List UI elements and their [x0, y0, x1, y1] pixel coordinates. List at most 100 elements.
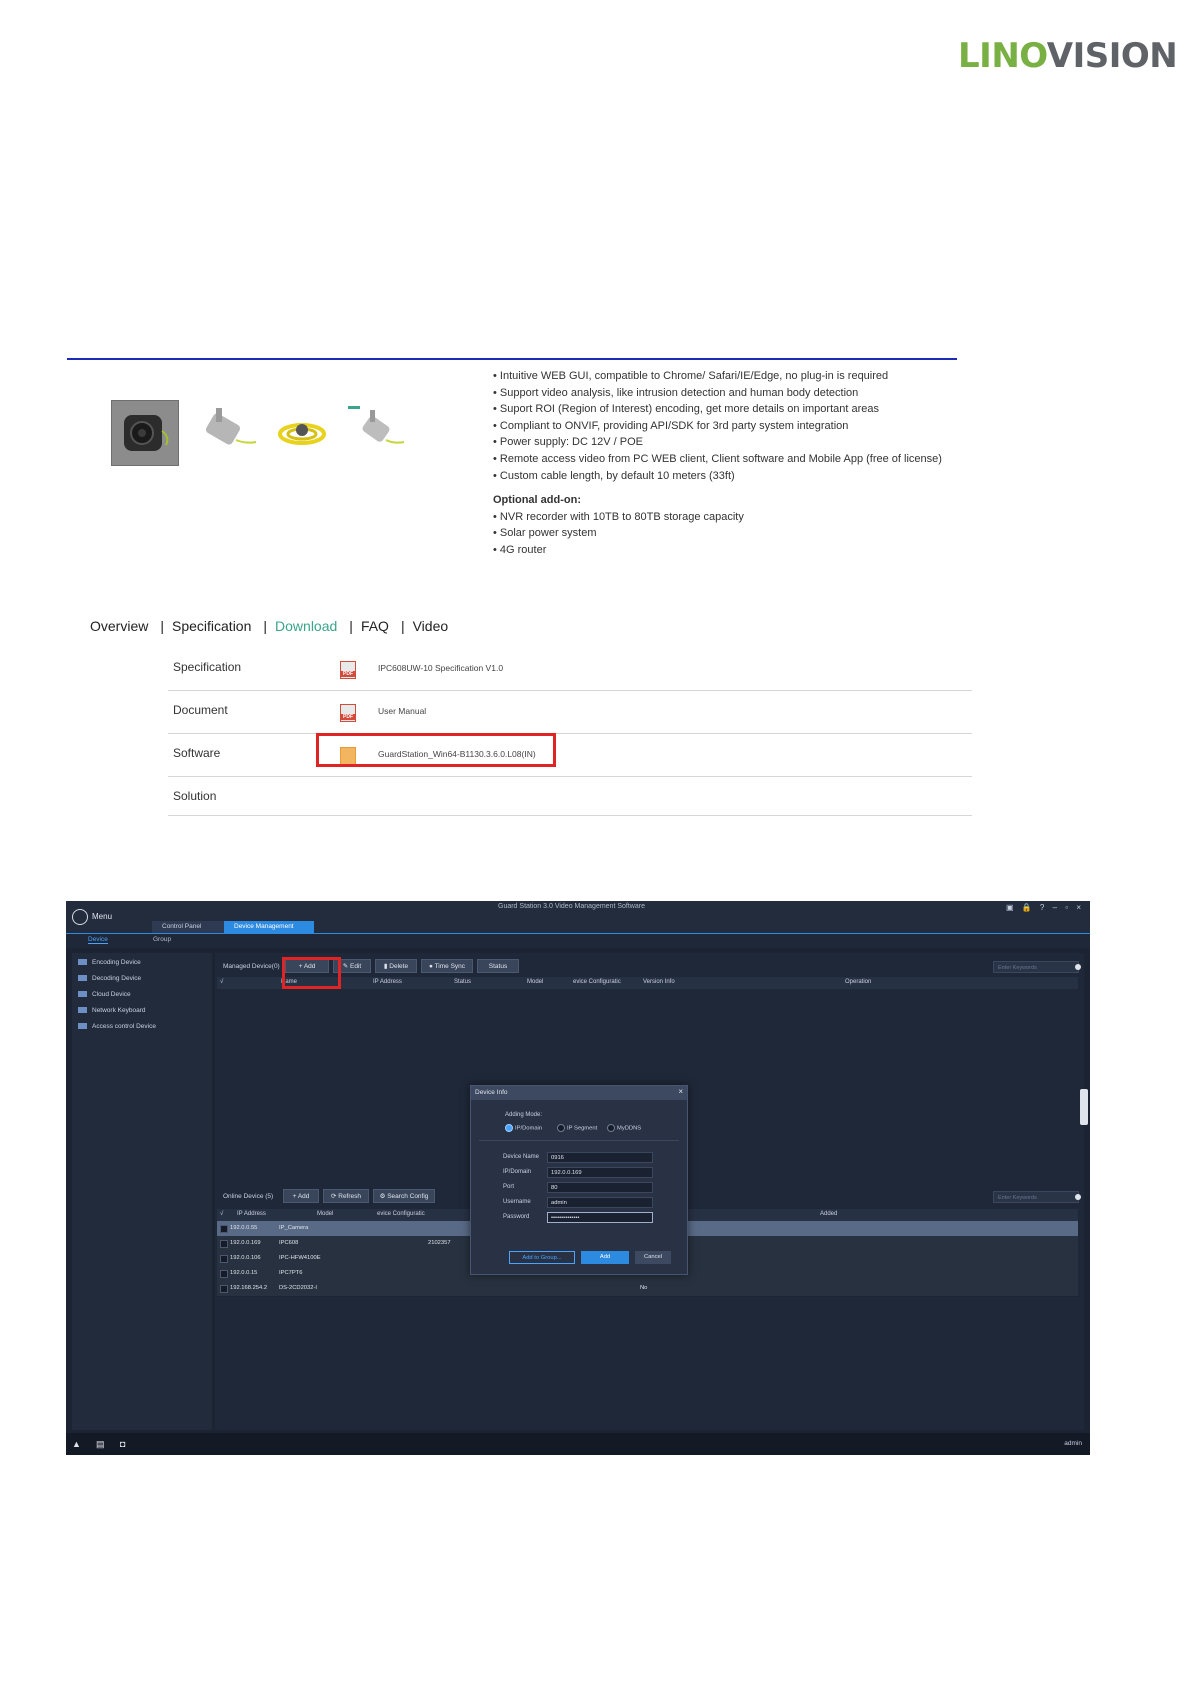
- dialog-add-button[interactable]: Add: [581, 1251, 629, 1264]
- field-label: Username: [503, 1199, 531, 1205]
- radio-label: IP Segment: [567, 1125, 598, 1132]
- sidebar-item-keyboard[interactable]: Network Keyboard: [78, 1007, 145, 1014]
- radio-label: MyDDNS: [617, 1125, 642, 1132]
- column-header: Status: [454, 979, 472, 985]
- download-table: Specification IPC608UW-10 Specification …: [168, 648, 972, 816]
- app-logo-icon: [72, 909, 88, 925]
- addon-line: • 4G router: [493, 543, 547, 556]
- field-label: Device Name: [503, 1154, 540, 1160]
- sidebar-item-encoding[interactable]: Encoding Device: [78, 959, 141, 966]
- online-search-input[interactable]: Enter Keywords: [993, 1191, 1081, 1203]
- menu-button[interactable]: Menu: [92, 912, 112, 921]
- cell-model: IPC7PT6: [279, 1270, 303, 1276]
- dialog-cancel-button[interactable]: Cancel: [635, 1251, 671, 1264]
- sidebar-item-label: Access control Device: [92, 1023, 156, 1030]
- addon-line: • NVR recorder with 10TB to 80TB storage…: [493, 510, 744, 523]
- radio-label: IP/Domain: [515, 1125, 543, 1132]
- download-row-solution: Solution: [168, 777, 972, 816]
- add-button-highlight-box: [282, 957, 341, 989]
- download-link[interactable]: IPC608UW-10 Specification V1.0: [378, 663, 503, 673]
- sidebar-item-label: Network Keyboard: [92, 1007, 146, 1014]
- row-checkbox[interactable]: [220, 1240, 228, 1248]
- sidebar-item-decoding[interactable]: Decoding Device: [78, 975, 141, 982]
- subtab-group[interactable]: Group: [153, 936, 171, 943]
- delete-button[interactable]: ▮ Delete: [375, 959, 417, 973]
- record-icon[interactable]: ◘: [120, 1439, 125, 1449]
- refresh-button[interactable]: ⟳ Refresh: [323, 1189, 369, 1203]
- column-header: evice Configuratic: [573, 979, 621, 985]
- pdf-icon: [340, 704, 356, 722]
- download-label: Software: [173, 746, 221, 760]
- app-statusbar: ▲ ▤ ◘ admin: [66, 1433, 1090, 1455]
- cell-model: IP_Camera: [279, 1225, 309, 1231]
- sidebar-item-access-control[interactable]: Access control Device: [78, 1023, 156, 1030]
- app-title: Guard Station 3.0 Video Management Softw…: [498, 903, 645, 910]
- ip-domain-input[interactable]: 192.0.0.169: [547, 1167, 653, 1178]
- download-label: Specification: [173, 660, 242, 674]
- subtab-device[interactable]: Device: [88, 936, 108, 944]
- column-header: IP Address: [237, 1211, 266, 1217]
- table-row[interactable]: 192.168.254.2 DS-2CD2032-I No: [217, 1281, 1078, 1297]
- mode-radio-myddns[interactable]: MyDDNS: [607, 1124, 641, 1132]
- password-input[interactable]: ••••••••••••••: [547, 1212, 653, 1223]
- row-checkbox[interactable]: [220, 1285, 228, 1293]
- tab-video[interactable]: Video: [413, 618, 449, 634]
- managed-search-input[interactable]: Enter Keywords: [993, 961, 1081, 973]
- tab-download[interactable]: Download: [275, 618, 337, 634]
- product-thumbnail-3[interactable]: [272, 400, 338, 464]
- device-sidebar: Encoding Device Decoding Device Cloud De…: [72, 953, 212, 1430]
- mode-radio-ip-domain[interactable]: IP/Domain: [505, 1124, 542, 1132]
- current-user: admin: [1064, 1440, 1082, 1447]
- port-input[interactable]: 80: [547, 1182, 653, 1193]
- side-collapse-handle[interactable]: [1080, 1089, 1088, 1125]
- button-label: Delete: [389, 963, 409, 970]
- download-link[interactable]: User Manual: [378, 706, 426, 716]
- search-config-button[interactable]: ⚙ Search Config: [373, 1189, 435, 1203]
- row-checkbox[interactable]: [220, 1255, 228, 1263]
- tab-overview[interactable]: Overview: [90, 618, 148, 634]
- product-thumbnail-1[interactable]: [111, 400, 179, 466]
- close-icon[interactable]: ×: [678, 1087, 683, 1096]
- sidebar-item-cloud[interactable]: Cloud Device: [78, 991, 131, 998]
- status-button[interactable]: Status: [477, 959, 519, 973]
- window-controls[interactable]: ▣ 🔒 ? – ▫ ×: [1006, 903, 1084, 912]
- username-input[interactable]: admin: [547, 1197, 653, 1208]
- tab-separator: |: [400, 618, 405, 634]
- feature-line: • Custom cable length, by default 10 met…: [493, 469, 735, 482]
- tab-separator: |: [349, 618, 353, 634]
- column-header: √: [220, 1211, 224, 1217]
- field-label: Password: [503, 1214, 530, 1220]
- tab-specification[interactable]: Specification: [172, 618, 251, 634]
- device-name-input[interactable]: 0916: [547, 1152, 653, 1163]
- tab-separator: |: [263, 618, 268, 634]
- tab-device-management[interactable]: Device Management: [224, 921, 314, 933]
- alarm-icon[interactable]: ▲: [72, 1439, 81, 1449]
- cell-added: No: [640, 1285, 648, 1291]
- download-row-document: Document User Manual: [168, 691, 972, 734]
- product-thumbnail-4[interactable]: [348, 400, 414, 464]
- row-checkbox[interactable]: [220, 1225, 228, 1233]
- mode-radio-ip-segment[interactable]: IP Segment: [557, 1124, 597, 1132]
- online-add-button[interactable]: + Add: [283, 1189, 319, 1203]
- add-to-group-button[interactable]: Add to Group...: [509, 1251, 575, 1264]
- dialog-title: Device Info: [475, 1089, 508, 1096]
- radio-dot: [557, 1124, 565, 1132]
- row-checkbox[interactable]: [220, 1270, 228, 1278]
- tab-separator: |: [160, 618, 164, 634]
- time-sync-button[interactable]: ● Time Sync: [421, 959, 473, 973]
- divider-rule: [67, 358, 957, 360]
- column-header: Version Info: [643, 979, 675, 985]
- managed-table-header: √ Name IP Address Status Model evice Con…: [217, 977, 1078, 989]
- managed-device-label: Managed Device(0): [223, 963, 280, 970]
- feature-line: • Suport ROI (Region of Interest) encodi…: [493, 403, 879, 416]
- cell-config: 2102357: [428, 1240, 451, 1246]
- dialog-header: Device Info ×: [471, 1086, 687, 1100]
- cell-ip: 192.0.0.55: [230, 1225, 258, 1231]
- keyboard-icon: [78, 1007, 87, 1014]
- log-icon[interactable]: ▤: [96, 1439, 105, 1450]
- feature-line: • Intuitive WEB GUI, compatible to Chrom…: [493, 370, 889, 382]
- field-label: Port: [503, 1184, 515, 1190]
- product-thumbnail-2[interactable]: [196, 400, 262, 464]
- feature-line: • Support video analysis, like intrusion…: [493, 386, 859, 399]
- tab-faq[interactable]: FAQ: [361, 618, 389, 634]
